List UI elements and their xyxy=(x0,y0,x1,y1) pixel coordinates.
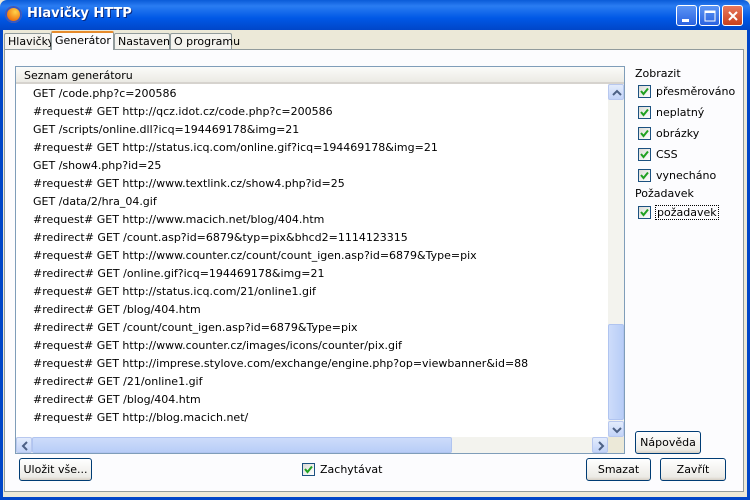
vertical-scroll-thumb[interactable] xyxy=(608,324,624,420)
maximize-button[interactable] xyxy=(699,5,720,26)
checkbox-box[interactable] xyxy=(638,169,651,182)
scroll-down-button[interactable] xyxy=(608,421,624,437)
checkmark-icon xyxy=(640,129,649,138)
title-bar: Hlavičky HTTP xyxy=(0,0,750,30)
maximize-icon xyxy=(704,10,716,22)
checkbox-box[interactable] xyxy=(638,127,651,140)
checkmark-icon xyxy=(640,150,649,159)
checkbox-label: obrázky xyxy=(656,127,700,140)
checkbox-box[interactable] xyxy=(302,463,315,476)
checkbox-box[interactable] xyxy=(638,148,651,161)
firefox-icon xyxy=(5,6,22,23)
list-item[interactable]: #redirect# GET /blog/404.htm xyxy=(16,301,608,319)
checkbox-box[interactable] xyxy=(638,206,651,219)
tab-label: Nastavení xyxy=(118,35,174,48)
list-rows: GET /code.php?c=200586 #request# GET htt… xyxy=(16,85,608,437)
checkbox-label: přesměrováno xyxy=(656,85,736,98)
chevron-up-icon xyxy=(612,89,622,96)
minimize-icon xyxy=(682,19,689,22)
list-item[interactable]: #request# GET http://www.counter.cz/imag… xyxy=(16,337,608,355)
list-item[interactable]: #request# GET http://www.textlink.cz/sho… xyxy=(16,175,608,193)
scrollbar-corner xyxy=(608,437,624,453)
horizontal-scroll-thumb[interactable] xyxy=(32,437,452,453)
list-item[interactable]: GET /scripts/online.dll?icq=194469178&im… xyxy=(16,121,608,139)
tab-o-programu[interactable]: O programu xyxy=(170,33,240,49)
list-item[interactable]: #redirect# GET /count/count_igen.asp?id=… xyxy=(16,319,608,337)
list-item[interactable]: #request# GET http://www.counter.cz/coun… xyxy=(16,247,608,265)
minimize-button[interactable] xyxy=(676,5,697,26)
checkmark-icon xyxy=(304,465,313,474)
chevron-right-icon xyxy=(598,441,605,451)
close-button[interactable]: Zavřít xyxy=(660,458,726,481)
list-item[interactable]: #request# GET http://status.icq.com/onli… xyxy=(16,139,608,157)
close-icon xyxy=(728,11,738,21)
vertical-scrollbar[interactable] xyxy=(608,84,624,437)
list-item[interactable]: #request# GET http://imprese.stylove.com… xyxy=(16,355,608,373)
checkbox-label: neplatný xyxy=(656,106,705,119)
tab-nastaveni[interactable]: Nastavení xyxy=(114,33,174,49)
list-item[interactable]: #request# GET http://status.icq.com/21/o… xyxy=(16,283,608,301)
list-item[interactable]: #redirect# GET /21/online1.gif xyxy=(16,373,608,391)
checkmark-icon xyxy=(640,108,649,117)
list-item[interactable]: #request# GET http://www.macich.net/blog… xyxy=(16,211,608,229)
list-header-label: Seznam generátoru xyxy=(24,69,133,82)
list-item[interactable]: #request# GET http://blog.macich.net/ xyxy=(16,409,608,427)
checkmark-icon xyxy=(640,208,649,217)
tab-hlavicky[interactable]: Hlavičky xyxy=(4,33,55,49)
tab-label: Generátor xyxy=(55,34,111,47)
list-item[interactable]: GET /show4.php?id=25 xyxy=(16,157,608,175)
pozadavek-group-label: Požadavek xyxy=(635,187,694,200)
chevron-left-icon xyxy=(21,441,28,451)
tab-label: O programu xyxy=(174,35,241,48)
zobrazit-group-label: Zobrazit xyxy=(635,67,681,80)
checkbox-label: Zachytávat xyxy=(320,463,383,476)
horizontal-scrollbar[interactable] xyxy=(16,437,608,453)
save-all-button[interactable]: Uložit vše... xyxy=(19,458,92,481)
list-item[interactable]: #redirect# GET /count.asp?id=6879&typ=pi… xyxy=(16,229,608,247)
checkmark-icon xyxy=(640,87,649,96)
checkbox-label: CSS xyxy=(656,148,678,161)
scroll-up-button[interactable] xyxy=(608,84,624,100)
list-item[interactable]: GET /code.php?c=200586 xyxy=(16,85,608,103)
list-item[interactable]: #redirect# GET /online.gif?icq=194469178… xyxy=(16,265,608,283)
checkmark-icon xyxy=(640,171,649,180)
delete-button[interactable]: Smazat xyxy=(586,458,651,481)
checkbox-label: vynecháno xyxy=(656,169,717,182)
checkbox-box[interactable] xyxy=(638,106,651,119)
tab-label: Hlavičky xyxy=(8,35,55,48)
generator-list[interactable]: Seznam generátoru GET /code.php?c=200586… xyxy=(15,66,625,454)
scroll-right-button[interactable] xyxy=(592,437,608,453)
scroll-left-button[interactable] xyxy=(16,437,32,453)
checkbox-box[interactable] xyxy=(638,85,651,98)
help-button[interactable]: Nápověda xyxy=(635,431,701,454)
list-item[interactable]: #request# GET http://qcz.idot.cz/code.ph… xyxy=(16,103,608,121)
chevron-down-icon xyxy=(612,427,622,434)
tab-generator[interactable]: Generátor xyxy=(51,31,114,50)
list-column-header[interactable]: Seznam generátoru xyxy=(16,67,624,84)
checkbox-label: požadavek xyxy=(655,205,719,220)
close-window-button[interactable] xyxy=(722,5,743,26)
window-title: Hlavičky HTTP xyxy=(27,6,132,21)
list-item[interactable]: #redirect# GET /blog/404.htm xyxy=(16,391,608,409)
list-item[interactable]: GET /data/2/hra_04.gif xyxy=(16,193,608,211)
